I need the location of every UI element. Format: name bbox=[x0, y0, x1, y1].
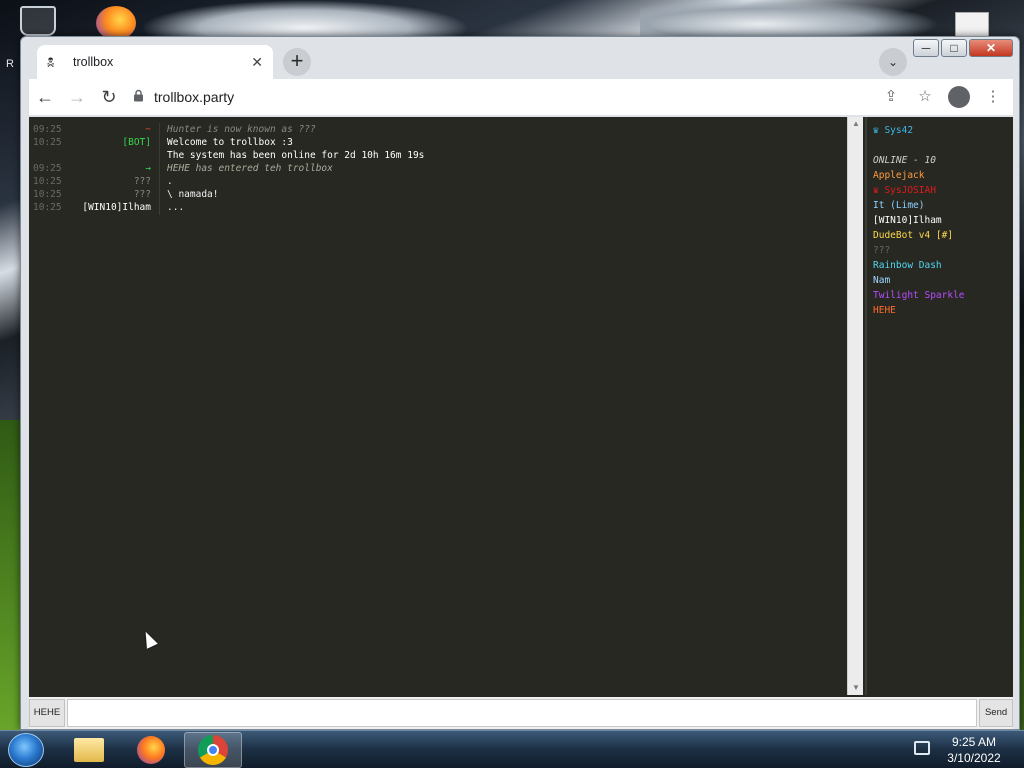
message-nick[interactable]: ??? bbox=[65, 188, 155, 201]
message-input-bar: HEHE Send bbox=[29, 697, 1013, 729]
message-text: Hunter is now known as ??? bbox=[167, 124, 316, 135]
user-list-item[interactable]: Rainbow Dash bbox=[873, 258, 1007, 273]
minimize-button[interactable]: ─ bbox=[913, 39, 939, 57]
url-text[interactable]: trollbox.party bbox=[154, 89, 234, 105]
desktop-icon-label: R bbox=[6, 58, 14, 70]
toolbar-actions: ⇪ ☆ ⋮ bbox=[877, 83, 1013, 111]
close-window-button[interactable]: ✕ bbox=[969, 39, 1013, 57]
user-list-item[interactable]: Twilight Sparkle bbox=[873, 288, 1007, 303]
bookmark-star-icon[interactable]: ☆ bbox=[911, 83, 939, 111]
firefox-icon bbox=[137, 736, 165, 764]
message-time: 10:25 bbox=[33, 202, 62, 213]
user-list-item[interactable]: ♛ SysJOSIAH bbox=[873, 183, 1007, 198]
message-nick[interactable] bbox=[65, 149, 155, 162]
network-icon[interactable] bbox=[914, 741, 930, 755]
close-tab-icon[interactable]: ✕ bbox=[251, 54, 263, 71]
start-button[interactable] bbox=[8, 733, 44, 767]
message-text: Welcome to trollbox :3 bbox=[167, 137, 293, 148]
message-time: 10:25 bbox=[33, 137, 62, 148]
maximize-button[interactable]: □ bbox=[941, 39, 967, 57]
clock-date: 3/10/2022 bbox=[947, 751, 1001, 765]
system-clock[interactable]: 9:25 AM 3/10/2022 bbox=[944, 734, 1004, 766]
nickname-button[interactable]: HEHE bbox=[29, 699, 65, 727]
new-tab-button[interactable]: + bbox=[283, 48, 311, 76]
message-text: The system has been online for 2d 10h 16… bbox=[167, 150, 425, 161]
message-time: 10:25 bbox=[33, 176, 62, 187]
message-list: 09:25 ~ Hunter is now known as ??? 10:25 [BO… bbox=[29, 117, 847, 214]
chat-message: 09:25 → HEHE has entered teh trollbox bbox=[29, 162, 847, 175]
chrome-icon bbox=[198, 735, 228, 765]
scroll-up-arrow-icon[interactable]: ▲ bbox=[848, 117, 864, 131]
window-controls: ─ □ ✕ bbox=[913, 39, 1013, 57]
recycle-bin-icon[interactable] bbox=[20, 6, 56, 36]
message-time bbox=[29, 149, 65, 162]
message-text: \ namada! bbox=[167, 189, 219, 200]
user-list-item[interactable]: Nam bbox=[873, 273, 1007, 288]
message-time: 09:25 bbox=[33, 124, 62, 135]
browser-window: ─ □ ✕ 🕱 trollbox ✕ + ⌄ ← → ↻ trollbox.pa… bbox=[20, 36, 1020, 730]
message-nick[interactable]: [WIN10]Ilham bbox=[65, 201, 155, 214]
user-list-item[interactable]: HEHE bbox=[873, 303, 1007, 318]
message-nick[interactable]: [BOT] bbox=[65, 136, 155, 149]
trollbox-page: 09:25 ~ Hunter is now known as ??? 10:25 [BO… bbox=[29, 117, 1013, 729]
send-button[interactable]: Send bbox=[979, 699, 1013, 727]
taskbar: 9:25 AM 3/10/2022 bbox=[0, 730, 1024, 768]
user-list-item[interactable]: It (Lime) bbox=[873, 198, 1007, 213]
clock-time: 9:25 AM bbox=[951, 735, 997, 749]
desktop-cloud bbox=[640, 0, 940, 40]
desktop-cloud bbox=[140, 0, 470, 40]
message-nick[interactable]: ??? bbox=[65, 175, 155, 188]
chat-message: 10:25 [BOT] Welcome to trollbox :3 bbox=[29, 136, 847, 149]
message-nick[interactable]: → bbox=[65, 162, 155, 175]
profile-button[interactable] bbox=[945, 83, 973, 111]
user-list-item[interactable]: ??? bbox=[873, 243, 1007, 258]
tab-search-button[interactable]: ⌄ bbox=[879, 48, 907, 76]
message-time: 10:25 bbox=[33, 189, 62, 200]
message-text: HEHE has entered teh trollbox bbox=[167, 163, 333, 174]
online-count-header: ONLINE - 10 bbox=[873, 155, 936, 166]
chat-message: 10:25??? \ namada! bbox=[29, 188, 847, 201]
chat-message: 10:25???. bbox=[29, 175, 847, 188]
message-input[interactable] bbox=[66, 699, 978, 727]
message-text: . bbox=[167, 176, 173, 187]
chat-log: 09:25 ~ Hunter is now known as ??? 10:25 [BO… bbox=[29, 117, 847, 695]
message-time: 09:25 bbox=[33, 163, 62, 174]
chat-message: The system has been online for 2d 10h 16… bbox=[29, 149, 847, 162]
forward-button[interactable]: → bbox=[61, 81, 93, 113]
message-nick[interactable]: ~ bbox=[65, 123, 155, 136]
browser-toolbar: ← → ↻ trollbox.party ⇪ ☆ ⋮ bbox=[29, 79, 1013, 115]
user-list-item[interactable]: Applejack bbox=[873, 168, 1007, 183]
chat-message: 09:25 ~ Hunter is now known as ??? bbox=[29, 123, 847, 136]
top-user[interactable]: ♛ Sys42 bbox=[873, 123, 1007, 138]
chat-scrollbar[interactable]: ▲ ▼ bbox=[847, 117, 863, 695]
share-icon[interactable]: ⇪ bbox=[877, 83, 905, 111]
menu-icon[interactable]: ⋮ bbox=[979, 83, 1007, 111]
chat-message: 10:25 [WIN10]Ilham... bbox=[29, 201, 847, 214]
taskbar-firefox[interactable] bbox=[122, 732, 180, 768]
user-list-item[interactable]: DudeBot v4 [#] bbox=[873, 228, 1007, 243]
firefox-desktop-icon[interactable] bbox=[96, 6, 136, 40]
tab-trollbox[interactable]: 🕱 trollbox ✕ bbox=[37, 45, 273, 79]
taskbar-chrome[interactable] bbox=[184, 732, 242, 768]
chat-column-divider bbox=[159, 123, 160, 215]
trollbox-favicon-icon: 🕱 bbox=[47, 54, 55, 70]
scroll-down-arrow-icon[interactable]: ▼ bbox=[848, 681, 864, 695]
reload-button[interactable]: ↻ bbox=[93, 81, 125, 113]
online-users: Applejack ♛ SysJOSIAH It (Lime) [WIN10]Ilha… bbox=[873, 168, 1007, 318]
folder-icon bbox=[74, 738, 104, 762]
tab-title: trollbox bbox=[73, 55, 114, 69]
user-list-item[interactable]: [WIN10]Ilham bbox=[873, 213, 1007, 228]
back-button[interactable]: ← bbox=[29, 81, 61, 113]
address-bar[interactable]: trollbox.party bbox=[133, 82, 853, 112]
taskbar-explorer[interactable] bbox=[60, 732, 118, 768]
user-list: ♛ Sys42 ONLINE - 10 Applejack ♛ SysJOSIAH… bbox=[865, 117, 1013, 695]
lock-icon[interactable] bbox=[133, 89, 144, 105]
desktop-wallpaper-grass bbox=[0, 420, 22, 730]
avatar-icon bbox=[948, 86, 970, 108]
